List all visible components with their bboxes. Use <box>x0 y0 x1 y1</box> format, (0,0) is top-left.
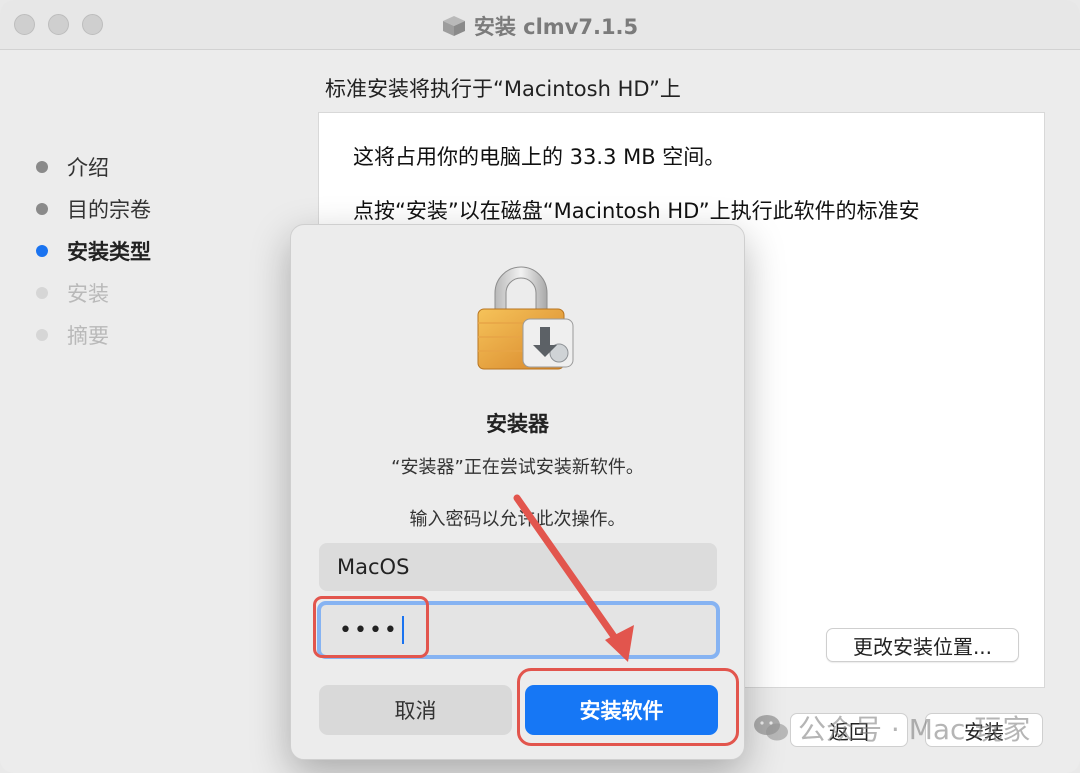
step-label: 摘要 <box>67 324 109 348</box>
step-indicator-dot <box>36 287 48 299</box>
username-field[interactable]: MacOS <box>319 543 717 591</box>
step-indicator-dot <box>36 329 48 341</box>
dialog-prompt: 输入密码以允许此次操作。 <box>409 509 626 530</box>
installer-window: 安装 clmv7.1.5 标准安装将执行于“Macintosh HD”上 介绍 … <box>0 0 1080 773</box>
sidebar-step-summary: 摘要 <box>36 314 151 356</box>
step-label: 目的宗卷 <box>67 198 151 222</box>
password-highlight-box <box>313 596 429 658</box>
cancel-button[interactable]: 取消 <box>319 685 512 735</box>
disk-space-text: 这将占用你的电脑上的 33.3 MB 空间。 <box>353 145 726 169</box>
change-install-location-button[interactable]: 更改安装位置... <box>826 628 1019 662</box>
install-instruction-text: 点按“安装”以在磁盘“Macintosh HD”上执行此软件的标准安 <box>353 199 920 223</box>
watermark-text: 公众号 · Mac 玩家 <box>798 713 1031 746</box>
title-bar: 安装 clmv7.1.5 <box>0 0 1080 50</box>
watermark: 公众号 · Mac 玩家 <box>752 708 1030 748</box>
step-indicator-dot <box>36 161 48 173</box>
page-heading: 标准安装将执行于“Macintosh HD”上 <box>325 77 681 101</box>
lock-icon <box>473 261 577 373</box>
confirm-highlight-box <box>517 668 739 746</box>
package-icon <box>442 16 465 36</box>
sidebar-step-intro: 介绍 <box>36 146 151 188</box>
sidebar-step-install-type: 安装类型 <box>36 230 151 272</box>
step-label: 安装类型 <box>67 240 151 264</box>
step-indicator-dot <box>36 203 48 215</box>
wechat-icon <box>754 715 788 741</box>
sidebar-step-destination: 目的宗卷 <box>36 188 151 230</box>
window-title-text: 安装 clmv7.1.5 <box>473 15 639 39</box>
dialog-title: 安装器 <box>486 412 549 436</box>
step-label: 安装 <box>67 282 109 306</box>
dialog-message: “安装器”正在尝试安装新软件。 <box>391 457 644 478</box>
username-value: MacOS <box>337 555 410 579</box>
step-sidebar: 介绍 目的宗卷 安装类型 安装 摘要 <box>36 146 151 356</box>
step-label: 介绍 <box>67 156 109 180</box>
sidebar-step-install: 安装 <box>36 272 151 314</box>
step-indicator-dot <box>36 245 48 257</box>
window-title: 安装 clmv7.1.5 <box>0 11 1080 41</box>
